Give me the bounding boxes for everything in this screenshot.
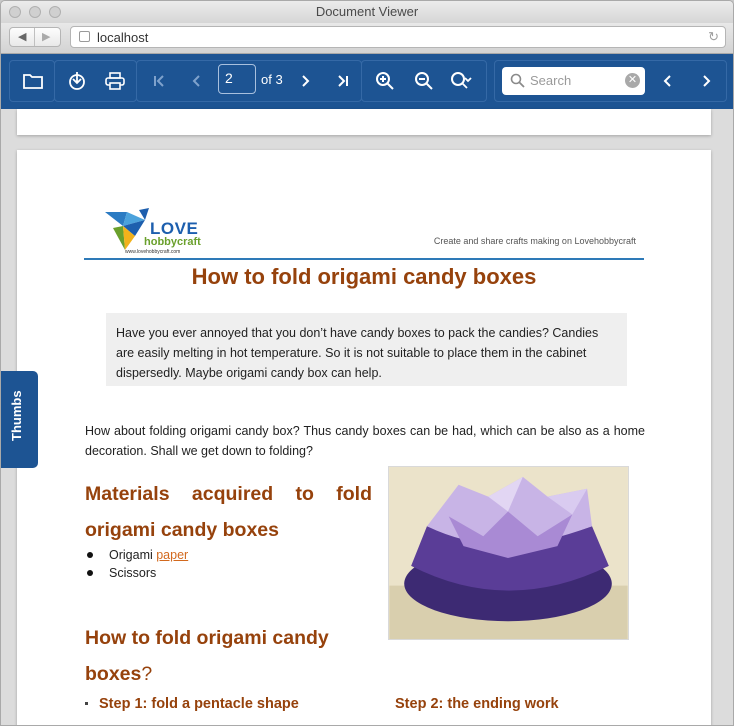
document-page: LOVE hobbycraft www.lovehobbycraft.com C…	[17, 150, 711, 725]
how-to-heading: How to fold origami candy boxes?	[85, 627, 329, 685]
paper-link[interactable]: paper	[156, 548, 188, 562]
page-number-input[interactable]: 2	[218, 64, 256, 94]
materials-heading: Materials acquired to fold origami candy…	[85, 483, 372, 541]
materials-list: Origami paper Scissors	[85, 546, 188, 582]
app-window: Document Viewer ◀ ▶ localhost ↻ 2 of 3 S…	[0, 0, 734, 726]
open-file-icon[interactable]	[18, 66, 48, 96]
title-bar: Document Viewer	[1, 1, 733, 24]
logo-line-url: www.lovehobbycraft.com	[125, 249, 181, 255]
url-field[interactable]: localhost ↻	[70, 26, 726, 48]
first-page-icon[interactable]	[144, 66, 174, 96]
next-page-icon[interactable]	[290, 66, 320, 96]
header-tagline: Create and share crafts making on Loveho…	[433, 236, 636, 246]
forward-icon[interactable]: ▶	[42, 30, 50, 43]
last-page-icon[interactable]	[328, 66, 358, 96]
zoom-in-icon[interactable]	[370, 66, 400, 96]
document-viewport[interactable]: LOVE hobbycraft www.lovehobbycraft.com C…	[1, 109, 733, 725]
history-nav: ◀ ▶	[9, 27, 61, 47]
step-1-heading: Step 1: fold a pentacle shape	[99, 696, 299, 712]
intro-paragraph: How about folding origami candy box? Thu…	[85, 424, 645, 458]
window-title: Document Viewer	[315, 4, 419, 19]
zoom-out-icon[interactable]	[409, 66, 439, 96]
step-2-heading: Step 2: the ending work	[395, 696, 559, 712]
list-item: Scissors	[85, 564, 188, 582]
search-next-icon[interactable]	[691, 66, 721, 96]
zoom-options-icon[interactable]	[446, 66, 476, 96]
intro-box: Have you ever annoyed that you don’t hav…	[106, 313, 627, 386]
clear-search-icon[interactable]: ✕	[625, 73, 640, 88]
search-placeholder: Search	[530, 73, 572, 88]
back-icon[interactable]: ◀	[18, 30, 26, 43]
page-icon	[79, 31, 90, 42]
download-icon[interactable]	[62, 66, 92, 96]
step-bullet	[85, 702, 88, 705]
candy-box-photo	[388, 466, 629, 640]
logo-line-hobbycraft: hobbycraft	[144, 236, 201, 248]
search-icon	[510, 73, 525, 88]
thumbnails-tab-label: Thumbs	[9, 390, 24, 441]
header-divider	[84, 258, 644, 260]
reload-icon[interactable]: ↻	[708, 29, 719, 45]
search-field[interactable]: Search ✕	[502, 67, 645, 95]
print-icon[interactable]	[100, 66, 130, 96]
document-title: How to fold origami candy boxes	[191, 264, 537, 289]
address-bar-row: ◀ ▶ localhost ↻	[1, 23, 733, 54]
previous-page-icon[interactable]	[182, 66, 212, 96]
search-previous-icon[interactable]	[653, 66, 683, 96]
url-text: localhost	[97, 30, 149, 45]
thumbnails-tab[interactable]: Thumbs	[1, 371, 38, 468]
list-item: Origami paper	[85, 546, 188, 564]
previous-page	[17, 109, 711, 135]
page-count-label: of 3	[261, 72, 283, 87]
